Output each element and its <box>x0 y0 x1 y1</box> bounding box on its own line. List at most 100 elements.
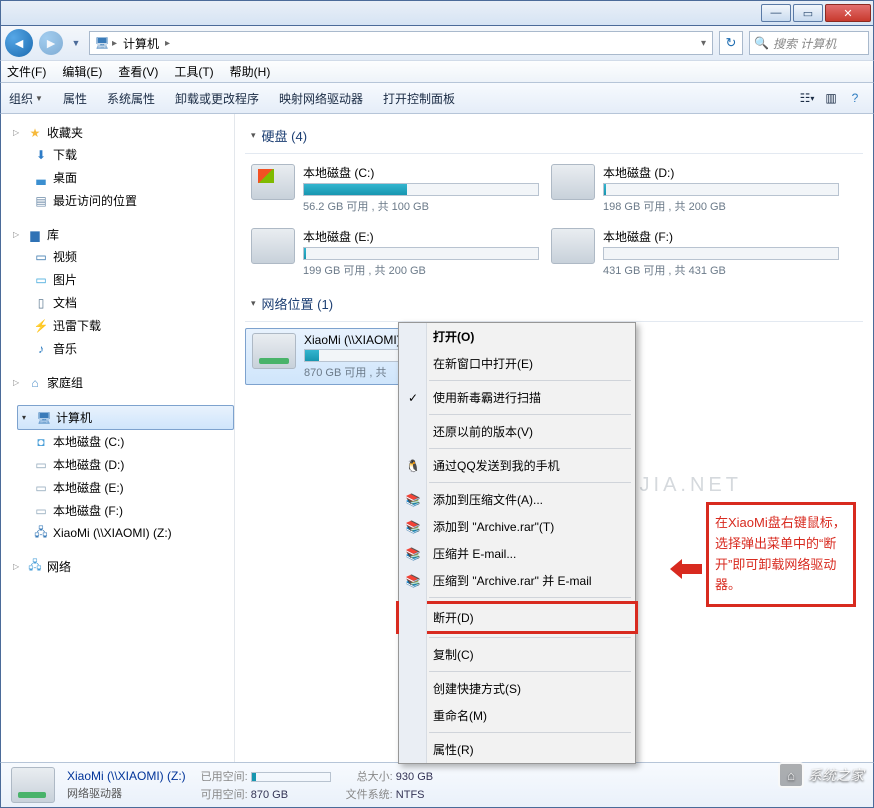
usage-bar <box>603 183 839 196</box>
sidebar-item-drive-d[interactable]: ▭本地磁盘 (D:) <box>13 453 234 476</box>
maximize-button[interactable]: ▭ <box>793 4 823 22</box>
drive-icon: ▭ <box>33 503 49 519</box>
refresh-button[interactable]: ↻ <box>719 31 743 55</box>
archive-icon: 📚 <box>405 492 421 508</box>
homegroup-icon: ⌂ <box>27 375 43 391</box>
sidebar-item-drive-z[interactable]: 🖧XiaoMi (\\XIAOMI) (Z:) <box>13 522 234 544</box>
sidebar-item-pictures[interactable]: ▭图片 <box>13 268 234 291</box>
drive-title: 本地磁盘 (E:) <box>303 228 539 245</box>
drive-avail: 199 GB 可用 , 共 200 GB <box>303 262 539 278</box>
preview-pane-button[interactable]: ▥ <box>821 88 841 108</box>
toolbar-control-panel[interactable]: 打开控制面板 <box>383 90 455 107</box>
menu-bar: 文件(F) 编辑(E) 查看(V) 工具(T) 帮助(H) <box>0 60 874 82</box>
address-dropdown-icon[interactable]: ▾ <box>699 38 708 49</box>
drive-e[interactable]: 本地磁盘 (E:) 199 GB 可用 , 共 200 GB <box>245 224 545 282</box>
toolbar-system-properties[interactable]: 系统属性 <box>107 90 155 107</box>
ctx-copy[interactable]: 复制(C) <box>399 641 635 668</box>
ctx-separator <box>429 414 631 415</box>
toolbar-uninstall[interactable]: 卸载或更改程序 <box>175 90 259 107</box>
ctx-add-archive[interactable]: 📚添加到压缩文件(A)... <box>399 486 635 513</box>
menu-help[interactable]: 帮助(H) <box>230 63 271 80</box>
details-title: XiaoMi (\\XIAOMI) (Z:) <box>67 769 186 783</box>
ctx-disconnect[interactable]: 断开(D) <box>399 604 635 631</box>
view-options-button[interactable]: ☷ ▾ <box>797 88 817 108</box>
drive-avail: 56.2 GB 可用 , 共 100 GB <box>303 198 539 214</box>
sidebar-item-desktop[interactable]: ▃桌面 <box>13 166 234 189</box>
details-pane: XiaoMi (\\XIAOMI) (Z:) 网络驱动器 已用空间: 可用空间:… <box>0 762 874 808</box>
nav-back-button[interactable]: ◄ <box>5 29 33 57</box>
sidebar-item-drive-c[interactable]: ◘本地磁盘 (C:) <box>13 430 234 453</box>
network-drive-icon <box>252 333 296 369</box>
sidebar-favorites-header[interactable]: ▷★收藏夹 <box>13 122 234 143</box>
sidebar-item-drive-f[interactable]: ▭本地磁盘 (F:) <box>13 499 234 522</box>
group-header-hdd[interactable]: ▾硬盘 (4) <box>245 120 863 154</box>
search-input[interactable]: 🔍 搜索 计算机 <box>749 31 869 55</box>
drive-icon: ▭ <box>33 457 49 473</box>
sidebar-item-thunder[interactable]: ⚡迅雷下载 <box>13 314 234 337</box>
toolbar-map-drive[interactable]: 映射网络驱动器 <box>279 90 363 107</box>
library-icon: ▆ <box>27 227 43 243</box>
ctx-separator <box>429 597 631 598</box>
ctx-separator <box>429 482 631 483</box>
ctx-compress-rar-email[interactable]: 📚压缩到 "Archive.rar" 并 E-mail <box>399 567 635 594</box>
details-avail-label: 可用空间: <box>198 786 248 802</box>
window-titlebar: — ▭ ✕ <box>0 0 874 26</box>
ctx-separator <box>429 671 631 672</box>
minimize-button[interactable]: — <box>761 4 791 22</box>
ctx-restore-version[interactable]: 还原以前的版本(V) <box>399 418 635 445</box>
annotation-arrow <box>668 556 704 582</box>
desktop-icon: ▃ <box>33 170 49 186</box>
drive-f[interactable]: 本地磁盘 (F:) 431 GB 可用 , 共 431 GB <box>545 224 845 282</box>
ctx-properties[interactable]: 属性(R) <box>399 736 635 763</box>
sidebar-libraries-header[interactable]: ▷▆库 <box>13 224 234 245</box>
sidebar-computer: ▾🖥计算机 ◘本地磁盘 (C:) ▭本地磁盘 (D:) ▭本地磁盘 (E:) ▭… <box>13 405 234 544</box>
ctx-qq-send[interactable]: 🐧通过QQ发送到我的手机 <box>399 452 635 479</box>
details-fs-label: 文件系统: <box>343 786 393 802</box>
organize-button[interactable]: 组织 ▼ <box>9 90 43 107</box>
ctx-add-archive-rar[interactable]: 📚添加到 "Archive.rar"(T) <box>399 513 635 540</box>
menu-edit[interactable]: 编辑(E) <box>62 63 102 80</box>
ctx-open-new-window[interactable]: 在新窗口中打开(E) <box>399 350 635 377</box>
command-bar: 组织 ▼ 属性 系统属性 卸载或更改程序 映射网络驱动器 打开控制面板 ☷ ▾ … <box>0 82 874 114</box>
drive-avail: 198 GB 可用 , 共 200 GB <box>603 198 839 214</box>
ctx-separator <box>429 732 631 733</box>
close-button[interactable]: ✕ <box>825 4 871 22</box>
sidebar-item-downloads[interactable]: ⬇下载 <box>13 143 234 166</box>
ctx-open[interactable]: 打开(O) <box>399 323 635 350</box>
drive-c[interactable]: 本地磁盘 (C:) 56.2 GB 可用 , 共 100 GB <box>245 160 545 218</box>
sidebar-item-music[interactable]: ♪音乐 <box>13 337 234 360</box>
sidebar-libraries: ▷▆库 ▭视频 ▭图片 ▯文档 ⚡迅雷下载 ♪音乐 <box>13 224 234 360</box>
ctx-separator <box>429 448 631 449</box>
nav-history-dropdown[interactable]: ▼ <box>69 38 83 48</box>
sidebar-item-documents[interactable]: ▯文档 <box>13 291 234 314</box>
sidebar-item-videos[interactable]: ▭视频 <box>13 245 234 268</box>
address-bar[interactable]: 🖥 ▸ 计算机 ▸ ▾ <box>89 31 713 55</box>
toolbar-properties[interactable]: 属性 <box>63 90 87 107</box>
ctx-compress-email[interactable]: 📚压缩并 E-mail... <box>399 540 635 567</box>
sidebar-item-recent[interactable]: ▤最近访问的位置 <box>13 189 234 212</box>
drive-d[interactable]: 本地磁盘 (D:) 198 GB 可用 , 共 200 GB <box>545 160 845 218</box>
sidebar-network-header[interactable]: ▷🖧网络 <box>13 556 234 577</box>
computer-icon: 🖥 <box>94 35 110 51</box>
help-button[interactable]: ? <box>845 88 865 108</box>
sidebar-homegroup-header[interactable]: ▷⌂家庭组 <box>13 372 234 393</box>
details-type: 网络驱动器 <box>67 785 186 801</box>
menu-view[interactable]: 查看(V) <box>118 63 158 80</box>
details-used-label: 已用空间: <box>198 768 248 784</box>
sidebar-computer-header[interactable]: ▾🖥计算机 <box>17 405 234 430</box>
sidebar-item-drive-e[interactable]: ▭本地磁盘 (E:) <box>13 476 234 499</box>
nav-forward-button[interactable]: ► <box>39 31 63 55</box>
network-icon: 🖧 <box>27 559 43 575</box>
ctx-rename[interactable]: 重命名(M) <box>399 702 635 729</box>
ctx-create-shortcut[interactable]: 创建快捷方式(S) <box>399 675 635 702</box>
group-header-network[interactable]: ▾网络位置 (1) <box>245 288 863 322</box>
house-icon: ⌂ <box>778 762 804 788</box>
menu-tools[interactable]: 工具(T) <box>174 63 213 80</box>
ctx-scan[interactable]: ✓使用新毒霸进行扫描 <box>399 384 635 411</box>
usage-bar <box>303 247 539 260</box>
breadcrumb-computer[interactable]: 计算机 <box>119 33 163 54</box>
details-avail-value: 870 GB <box>251 789 288 801</box>
document-icon: ▯ <box>33 295 49 311</box>
menu-file[interactable]: 文件(F) <box>7 63 46 80</box>
annotation-box: 在XiaoMi盘右键鼠标，选择弹出菜单中的“断开”即可卸载网络驱动器。 <box>706 502 856 607</box>
